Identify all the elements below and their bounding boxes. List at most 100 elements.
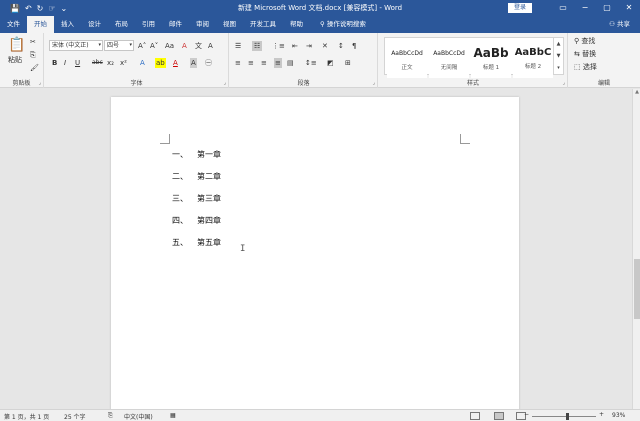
login-button[interactable]: 登录 [508,3,532,13]
tab-developer[interactable]: 开发工具 [243,16,283,33]
style-heading-1[interactable]: AaBb 标题 1 [471,44,511,78]
highlight-icon[interactable]: ab [155,58,166,68]
touch-mode-icon[interactable]: ☞ [48,4,55,13]
tell-me-search[interactable]: ⚲ 操作说明搜索 [310,16,366,33]
italic-button[interactable]: I [64,58,66,68]
share-button[interactable]: ⚇ 共享 [609,16,630,33]
zoom-level[interactable]: 93% [612,412,625,419]
zoom-in-button[interactable]: + [599,411,604,418]
enclose-char-icon[interactable]: ㊀ [205,58,212,68]
change-case-button[interactable]: Aa [165,41,174,51]
distribute-icon[interactable]: ▤ [287,58,294,68]
close-icon[interactable]: ✕ [618,0,640,16]
list-item[interactable]: 一、 第一章 [172,149,221,171]
char-border-icon[interactable]: A [208,41,213,51]
zoom-slider[interactable] [532,416,596,417]
select-button[interactable]: ⬚ 选择 [574,62,597,72]
align-left-icon[interactable]: ≡ [235,58,241,68]
shrink-font-button[interactable]: A˅ [150,41,158,51]
font-size-select[interactable]: 四号 ▾ [104,40,134,51]
document-page[interactable]: 一、 第一章 二、 第二章 三、 第三章 四、 第四章 五、 第五章 I [111,97,519,412]
style-normal[interactable]: AaBbCcDd 正文 [387,44,427,78]
brush-icon[interactable]: 🖌 [30,63,39,73]
shading-icon[interactable]: ◩ [327,58,334,68]
subscript-button[interactable]: x₂ [107,58,114,68]
maximize-icon[interactable]: ▢ [596,0,618,16]
bold-button[interactable]: B [52,58,57,68]
word-count[interactable]: 25 个字 [64,412,86,421]
show-marks-icon[interactable]: ¶ [352,41,356,51]
decrease-indent-icon[interactable]: ⇤ [292,41,298,51]
tab-view[interactable]: 视图 [216,16,243,33]
list-item[interactable]: 二、 第二章 [172,171,221,193]
tab-design[interactable]: 设计 [81,16,108,33]
tab-references[interactable]: 引用 [135,16,162,33]
tab-insert[interactable]: 插入 [54,16,81,33]
macro-record-icon[interactable]: ▦ [170,412,176,419]
scissors-icon[interactable]: ✂ [30,37,36,47]
grow-font-button[interactable]: A˄ [138,41,146,51]
minimize-icon[interactable]: − [574,0,596,16]
zoom-slider-thumb[interactable] [566,413,569,420]
align-center-icon[interactable]: ≡ [248,58,254,68]
tab-mailings[interactable]: 邮件 [162,16,189,33]
strikethrough-button[interactable]: abc [92,58,103,68]
list-item[interactable]: 五、 第五章 [172,237,221,259]
print-layout-icon[interactable] [494,412,504,420]
redo-icon[interactable]: ↻ [37,4,44,13]
bullets-icon[interactable]: ☰ [235,41,241,51]
save-icon[interactable]: 💾 [10,4,20,13]
read-mode-icon[interactable] [470,412,480,420]
tab-review[interactable]: 审阅 [189,16,216,33]
zoom-out-button[interactable]: − [524,411,529,418]
font-launcher-icon[interactable]: ⌟ [224,80,226,86]
justify-icon[interactable]: ≡ [274,58,282,68]
styles-launcher-icon[interactable]: ⌟ [563,80,565,86]
find-button[interactable]: ⚲ 查找 [574,36,595,46]
list-item[interactable]: 三、 第三章 [172,193,221,215]
char-shading-icon[interactable]: A [190,58,197,68]
phonetic-icon[interactable]: 文 [195,41,202,51]
increase-indent-icon[interactable]: ⇥ [306,41,312,51]
font-name-select[interactable]: 宋体 (中文正) ▾ [49,40,103,51]
tab-home[interactable]: 开始 [27,16,54,33]
multilevel-list-icon[interactable]: ⋮≡ [272,41,285,51]
replace-button[interactable]: ⇆ 替换 [574,49,596,59]
scroll-up-icon[interactable]: ▲ [633,89,640,95]
tab-help[interactable]: 帮助 [283,16,310,33]
tab-layout[interactable]: 布局 [108,16,135,33]
gallery-scroll[interactable]: ▲ ▼ ▾ [553,38,563,74]
paste-icon[interactable]: 📋 [8,37,25,53]
borders-icon[interactable]: ⊞ [345,58,351,68]
paste-label[interactable]: 粘贴 [5,55,25,65]
list-item[interactable]: 四、 第四章 [172,215,221,237]
copy-icon[interactable]: ⎘ [30,50,36,60]
chevron-down-icon[interactable]: ▼ [554,50,563,62]
scroll-thumb[interactable] [634,259,640,319]
superscript-button[interactable]: x² [120,58,127,68]
customize-qat-icon[interactable]: ⌄ [61,4,68,13]
ribbon-display-icon[interactable]: ▭ [552,0,574,16]
page-count[interactable]: 第 1 页，共 1 页 [4,412,49,421]
clipboard-launcher-icon[interactable]: ⌟ [39,80,41,86]
align-right-icon[interactable]: ≡ [261,58,267,68]
chevron-up-icon[interactable]: ▲ [554,38,563,50]
language[interactable]: 中文(中国) [124,412,153,421]
chinese-layout-icon[interactable]: ✕ [322,41,328,51]
paragraph-launcher-icon[interactable]: ⌟ [373,80,375,86]
proofing-icon[interactable]: ⎘ [108,412,113,420]
tab-file[interactable]: 文件 [0,16,27,33]
style-heading-2[interactable]: AaBbC 标题 2 [513,44,553,78]
text-effects-icon[interactable]: A [140,58,145,68]
underline-button[interactable]: U [75,58,80,68]
style-no-spacing[interactable]: AaBbCcDd 无间隔 [429,44,469,78]
numbering-icon[interactable]: ☷ [252,41,263,51]
line-spacing-icon[interactable]: ↕≡ [305,58,317,68]
clear-format-button[interactable]: A [182,41,187,51]
vertical-scrollbar[interactable]: ▲ [632,89,640,409]
font-color-icon[interactable]: A [173,58,178,68]
gallery-more-icon[interactable]: ▾ [554,62,563,74]
sort-icon[interactable]: ↕ [338,41,344,51]
numbered-list[interactable]: 一、 第一章 二、 第二章 三、 第三章 四、 第四章 五、 第五章 [172,149,221,259]
undo-icon[interactable]: ↶ [25,4,32,13]
